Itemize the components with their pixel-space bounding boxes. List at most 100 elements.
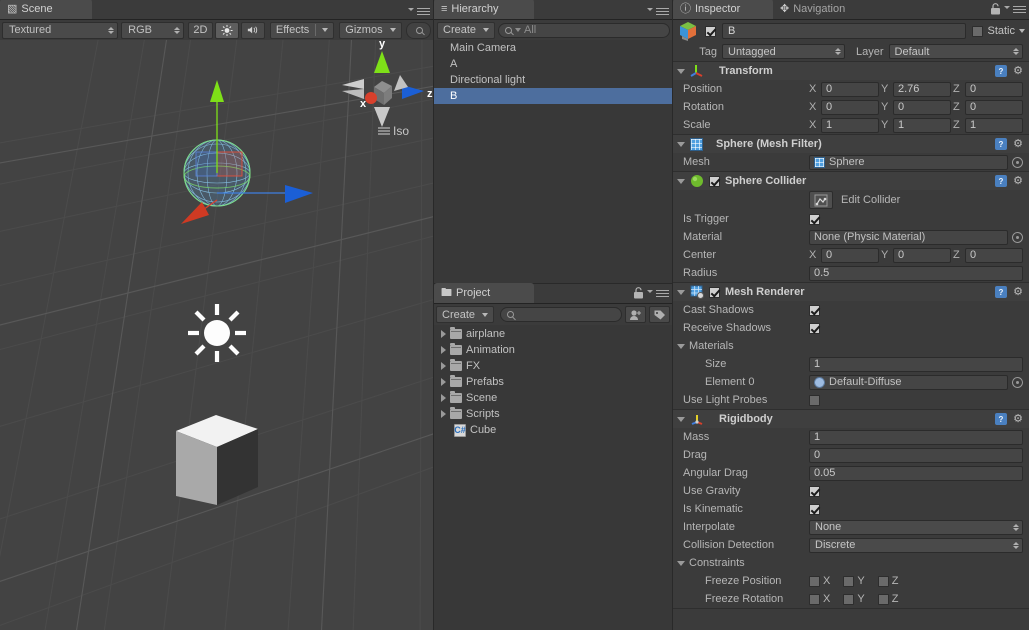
mass-field[interactable]: 1: [809, 429, 1023, 445]
static-toggle[interactable]: Static: [972, 25, 1025, 37]
foldout-arrow-icon[interactable]: [677, 178, 685, 184]
drag-field[interactable]: 0: [809, 447, 1023, 463]
sphere-collider-enabled-checkbox[interactable]: [709, 175, 720, 187]
audio-toggle-button[interactable]: [240, 21, 265, 39]
render-mode-dropdown[interactable]: RGB: [121, 21, 184, 39]
freeze-rotation-z[interactable]: Z: [877, 593, 898, 605]
scene-tab-options[interactable]: [408, 7, 430, 16]
project-tab-options[interactable]: [633, 287, 669, 300]
cast-shadows-checkbox[interactable]: [809, 304, 820, 316]
effects-dropdown[interactable]: Effects: [269, 21, 335, 39]
toggle-2d-button[interactable]: 2D: [187, 21, 213, 39]
chevron-right-icon[interactable]: [441, 378, 446, 386]
project-item-cube[interactable]: C# Cube: [434, 422, 672, 438]
project-item-animation[interactable]: Animation: [434, 342, 672, 358]
receive-shadows-checkbox[interactable]: [809, 322, 820, 334]
gameobject-enabled-checkbox[interactable]: [705, 25, 716, 37]
freeze-rotation-x[interactable]: X: [809, 593, 830, 605]
hierarchy-item-a[interactable]: A: [434, 56, 672, 72]
rotation-y-field[interactable]: 0: [893, 99, 951, 115]
help-icon[interactable]: ?: [995, 138, 1007, 150]
static-checkbox[interactable]: [972, 25, 984, 37]
gizmos-dropdown[interactable]: Gizmos: [339, 21, 402, 39]
materials-foldout[interactable]: Materials: [677, 340, 734, 352]
freeze-rotation-y[interactable]: Y: [843, 593, 865, 605]
scene-orientation-gizmo[interactable]: y z x Iso: [330, 40, 433, 145]
project-filter-label-button[interactable]: [649, 306, 670, 323]
center-x-field[interactable]: 0: [821, 247, 879, 263]
mesh-object-field[interactable]: Sphere: [809, 154, 1008, 170]
freeze-position-z-checkbox[interactable]: [877, 575, 889, 587]
gear-icon[interactable]: ⚙: [1012, 286, 1024, 298]
chevron-right-icon[interactable]: [441, 330, 446, 338]
foldout-arrow-icon[interactable]: [677, 141, 685, 147]
lighting-toggle-button[interactable]: [214, 21, 239, 39]
help-icon[interactable]: ?: [995, 286, 1007, 298]
mesh-renderer-enabled-checkbox[interactable]: [709, 286, 720, 298]
chevron-right-icon[interactable]: [441, 410, 446, 418]
hierarchy-item-main-camera[interactable]: Main Camera: [434, 40, 672, 56]
project-item-airplane[interactable]: airplane: [434, 326, 672, 342]
constraints-foldout-row[interactable]: Constraints: [673, 554, 1029, 572]
sphere-collider-header[interactable]: Sphere Collider ? ⚙: [673, 172, 1029, 190]
foldout-arrow-icon[interactable]: [677, 68, 685, 74]
lock-icon[interactable]: [633, 287, 644, 299]
freeze-position-y[interactable]: Y: [843, 575, 865, 587]
project-item-scripts[interactable]: Scripts: [434, 406, 672, 422]
help-icon[interactable]: ?: [995, 65, 1007, 77]
use-light-probes-checkbox[interactable]: [809, 394, 820, 406]
chevron-right-icon[interactable]: [441, 394, 446, 402]
is-kinematic-checkbox[interactable]: [809, 503, 820, 515]
tab-navigation[interactable]: ✥ Navigation: [773, 0, 855, 19]
mesh-renderer-header[interactable]: Mesh Renderer ? ⚙: [673, 283, 1029, 301]
hierarchy-item-directional-light[interactable]: Directional light: [434, 72, 672, 88]
mesh-filter-tools[interactable]: ? ⚙: [995, 138, 1024, 150]
freeze-position-y-checkbox[interactable]: [843, 575, 855, 587]
angular-drag-field[interactable]: 0.05: [809, 465, 1023, 481]
position-x-field[interactable]: 0: [821, 81, 879, 97]
freeze-rotation-z-checkbox[interactable]: [877, 593, 889, 605]
freeze-rotation-y-checkbox[interactable]: [843, 593, 855, 605]
rotation-z-field[interactable]: 0: [965, 99, 1023, 115]
constraints-foldout[interactable]: Constraints: [677, 557, 745, 569]
hierarchy-search-input[interactable]: All: [498, 22, 670, 38]
layer-dropdown[interactable]: Default: [888, 44, 1023, 59]
materials-element0-picker[interactable]: [1012, 376, 1023, 388]
gear-icon[interactable]: ⚙: [1012, 413, 1024, 425]
project-item-prefabs[interactable]: Prefabs: [434, 374, 672, 390]
materials-foldout-row[interactable]: Materials: [673, 337, 1029, 355]
hierarchy-create-button[interactable]: Create: [437, 21, 496, 39]
project-search-input[interactable]: [500, 307, 622, 322]
edit-collider-button[interactable]: [809, 191, 833, 209]
gameobject-name-field[interactable]: B: [722, 23, 967, 39]
gear-icon[interactable]: ⚙: [1012, 175, 1024, 187]
foldout-arrow-icon[interactable]: [677, 343, 685, 349]
use-gravity-checkbox[interactable]: [809, 485, 820, 497]
transform-tools[interactable]: ? ⚙: [995, 65, 1024, 77]
scale-y-field[interactable]: 1: [893, 117, 951, 133]
mesh-object-picker[interactable]: [1012, 156, 1023, 168]
chevron-right-icon[interactable]: [441, 346, 446, 354]
help-icon[interactable]: ?: [995, 413, 1007, 425]
scale-z-field[interactable]: 1: [965, 117, 1023, 133]
help-icon[interactable]: ?: [995, 175, 1007, 187]
scene-search-input[interactable]: [405, 21, 431, 39]
tab-scene[interactable]: ▧ Scene: [0, 0, 92, 19]
transform-header[interactable]: Transform ? ⚙: [673, 62, 1029, 80]
inspector-tab-options[interactable]: [990, 3, 1026, 16]
hierarchy-tab-options[interactable]: [647, 7, 669, 16]
hierarchy-item-b[interactable]: B: [434, 88, 672, 104]
rigidbody-header[interactable]: Rigidbody ? ⚙: [673, 410, 1029, 428]
rotation-x-field[interactable]: 0: [821, 99, 879, 115]
gear-icon[interactable]: ⚙: [1012, 138, 1024, 150]
center-y-field[interactable]: 0: [893, 247, 951, 263]
freeze-position-z[interactable]: Z: [877, 575, 898, 587]
project-create-button[interactable]: Create: [436, 306, 495, 323]
mesh-renderer-tools[interactable]: ? ⚙: [995, 286, 1024, 298]
is-trigger-checkbox[interactable]: [809, 213, 820, 225]
rigidbody-tools[interactable]: ? ⚙: [995, 413, 1024, 425]
project-item-scene[interactable]: Scene: [434, 390, 672, 406]
draw-mode-dropdown[interactable]: Textured: [2, 21, 119, 39]
scale-x-field[interactable]: 1: [821, 117, 879, 133]
sphere-collider-tools[interactable]: ? ⚙: [995, 175, 1024, 187]
